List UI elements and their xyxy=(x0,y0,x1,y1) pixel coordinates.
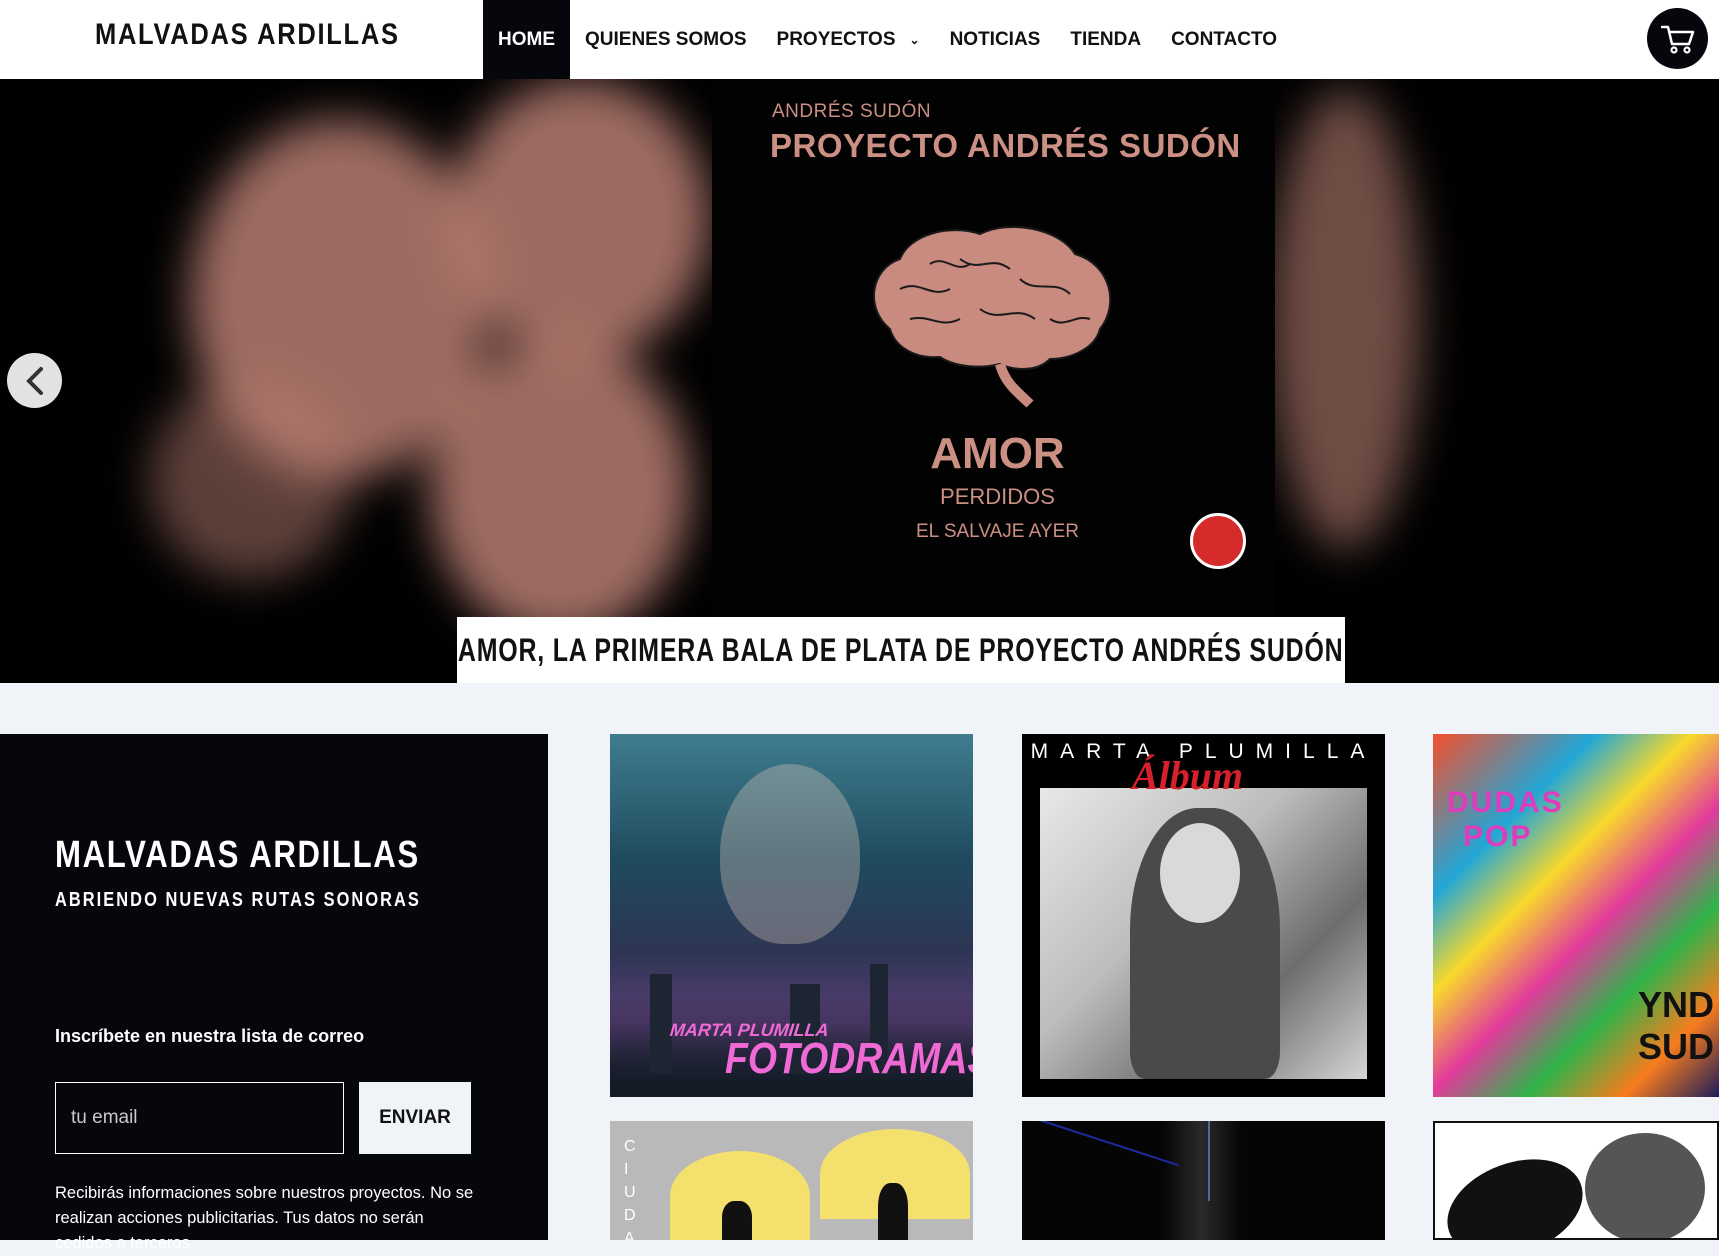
email-field[interactable] xyxy=(55,1082,344,1154)
project-tile-dark[interactable] xyxy=(1022,1121,1385,1240)
site-logo[interactable]: MALVADAS ARDILLAS xyxy=(95,18,400,52)
brain-illustration xyxy=(873,226,1112,408)
cover-title: AMOR xyxy=(930,429,1065,478)
project-tile-bw[interactable] xyxy=(1433,1121,1719,1240)
tile-title: FOTODRAMAS xyxy=(725,1034,973,1083)
nav-quienes-somos[interactable]: QUIENES SOMOS xyxy=(570,0,762,79)
nav-proyectos[interactable]: PROYECTOS ⌄ xyxy=(762,0,935,79)
site-header: MALVADAS ARDILLAS HOME QUIENES SOMOS PRO… xyxy=(0,0,1719,79)
cover-artist: ANDRÉS SUDÓN xyxy=(772,101,932,122)
tile-title: Álbum xyxy=(1132,753,1244,798)
chevron-left-icon xyxy=(25,366,43,395)
nav-home[interactable]: HOME xyxy=(483,0,570,79)
cart-icon xyxy=(1660,25,1694,54)
panel-subtitle: ABRIENDO NUEVAS RUTAS SONORAS xyxy=(55,889,421,911)
nav-tienda[interactable]: TIENDA xyxy=(1055,0,1156,79)
panel-title: MALVADAS ARDILLAS xyxy=(55,834,420,876)
send-button[interactable]: ENVIAR xyxy=(359,1082,471,1154)
cart-button[interactable] xyxy=(1647,8,1708,69)
cover-subtitle: PERDIDOS xyxy=(940,484,1055,509)
album-cover[interactable]: ANDRÉS SUDÓN PROYECTO ANDRÉS SUDÓN AMOR … xyxy=(712,79,1275,617)
slider-prev-button[interactable] xyxy=(7,353,62,408)
project-tile-fotodramas[interactable]: MARTA PLUMILLA FOTODRAMAS xyxy=(610,734,973,1097)
nav-proyectos-label: PROYECTOS xyxy=(776,28,896,50)
nav-contacto[interactable]: CONTACTO xyxy=(1156,0,1292,79)
project-tile-album[interactable]: MARTA PLUMILLA Álbum xyxy=(1022,734,1385,1097)
project-tile-ciudad[interactable]: CIUDA xyxy=(610,1121,973,1240)
label-seal-logo xyxy=(1190,513,1246,569)
slide-caption-text: AMOR, LA PRIMERA BALA DE PLATA DE PROYEC… xyxy=(458,631,1344,668)
main-nav: HOME QUIENES SOMOS PROYECTOS ⌄ NOTICIAS … xyxy=(483,0,1292,79)
cover-project: PROYECTO ANDRÉS SUDÓN xyxy=(770,127,1241,164)
chevron-down-icon: ⌄ xyxy=(909,32,920,47)
newsletter-panel: MALVADAS ARDILLAS ABRIENDO NUEVAS RUTAS … xyxy=(0,734,548,1252)
tile-text-ynd: YND xyxy=(1638,984,1715,1025)
hero-slider: ANDRÉS SUDÓN PROYECTO ANDRÉS SUDÓN AMOR … xyxy=(0,79,1719,683)
nav-noticias[interactable]: NOTICIAS xyxy=(935,0,1056,79)
privacy-note: Recibirás informaciones sobre nuestros p… xyxy=(55,1184,474,1252)
slide-caption[interactable]: AMOR, LA PRIMERA BALA DE PLATA DE PROYEC… xyxy=(457,617,1345,683)
tile-text-sud: SUD xyxy=(1638,1026,1715,1067)
newsletter-heading: Inscríbete en nuestra lista de correo xyxy=(55,1026,365,1046)
tile-side-text: CIUDA xyxy=(624,1138,636,1240)
project-tile-dudas-pop[interactable]: DUDAS POP YND SUD xyxy=(1433,734,1719,1097)
tile-text-dudas: DUDAS xyxy=(1447,786,1564,819)
tile-text-pop: POP xyxy=(1463,820,1533,853)
